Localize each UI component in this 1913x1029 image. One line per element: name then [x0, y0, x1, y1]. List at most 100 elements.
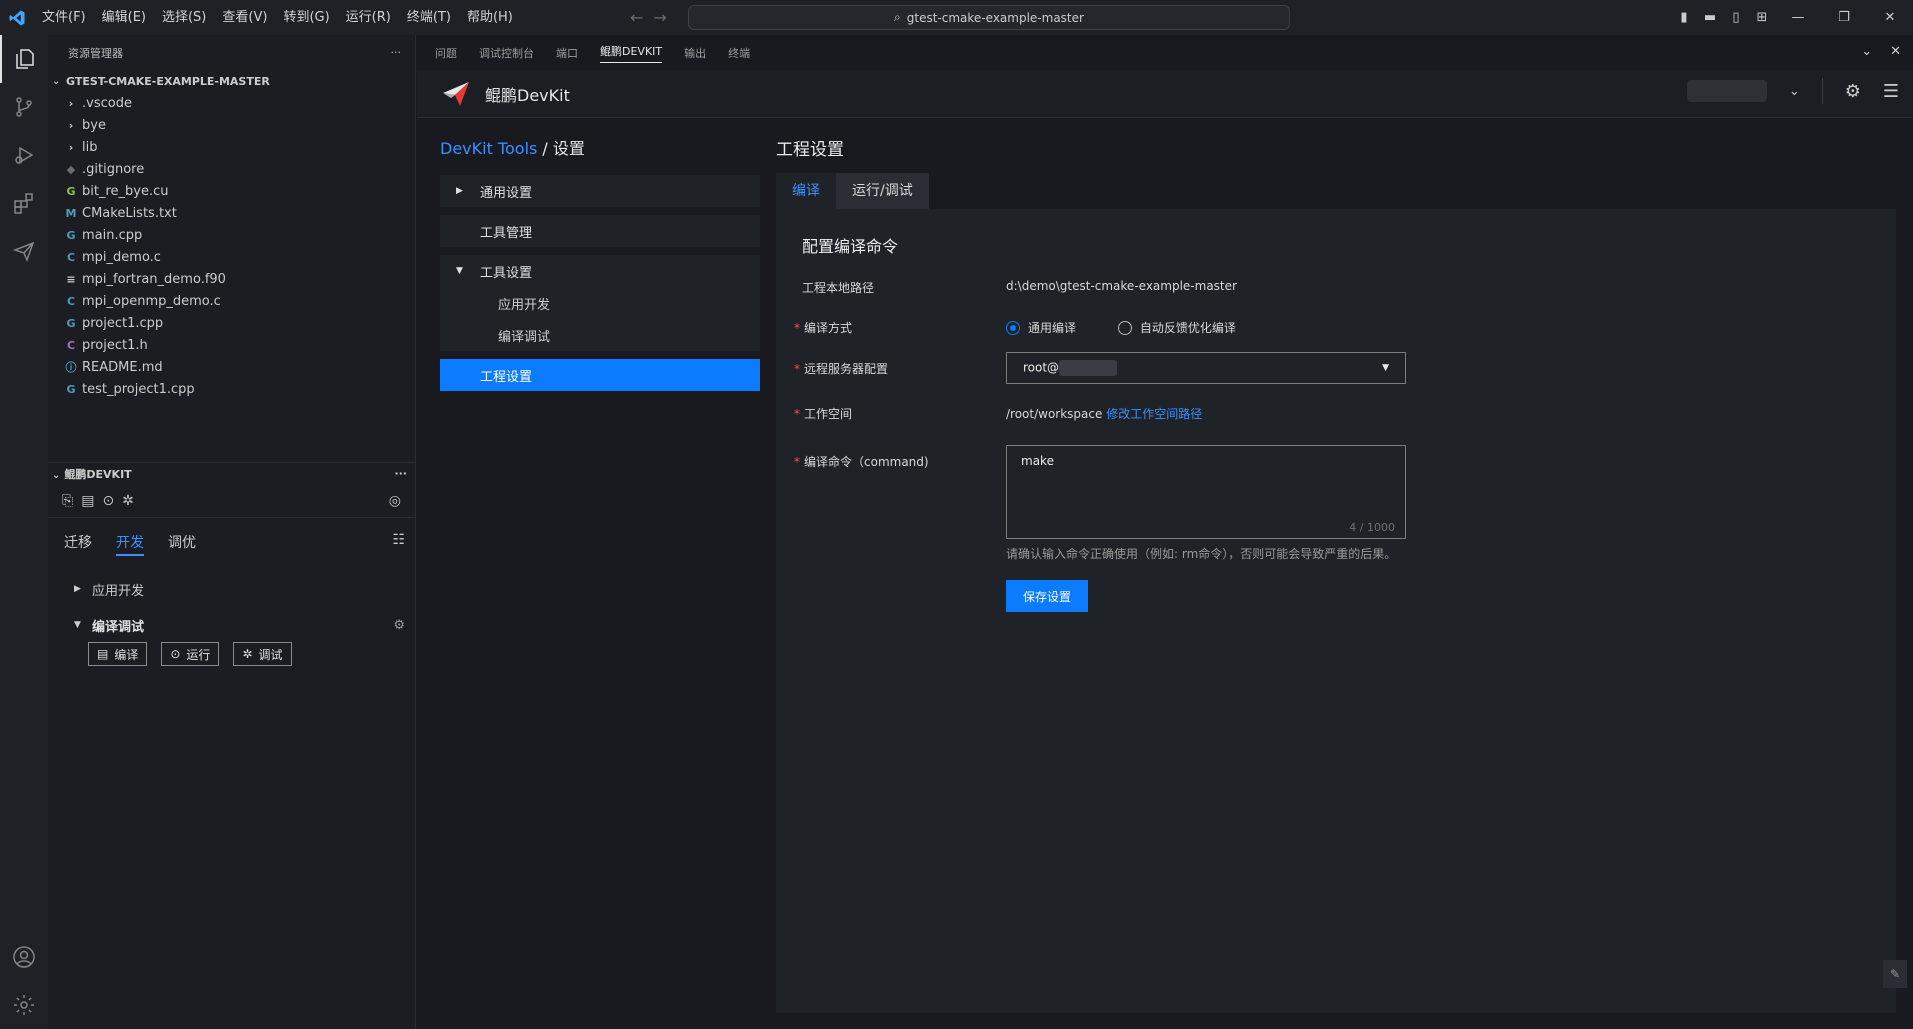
file-tree-item[interactable]: › lib: [48, 136, 415, 158]
menu-run[interactable]: 运行(R): [338, 0, 399, 35]
source-control-icon[interactable]: [0, 83, 48, 131]
menu-help[interactable]: 帮助(H): [459, 0, 521, 35]
debug-button[interactable]: ✲ 调试: [233, 642, 292, 666]
new-file-icon[interactable]: ⎘: [62, 493, 73, 509]
panel-tab-ports[interactable]: 端口: [556, 45, 578, 61]
menu-bar: 文件(F) 编辑(E) 选择(S) 查看(V) 转到(G) 运行(R) 终端(T…: [34, 0, 521, 35]
panel-tab-problems[interactable]: 问题: [435, 45, 457, 61]
bug-icon: ✲: [242, 647, 253, 661]
customize-layout-icon[interactable]: ⊞: [1749, 10, 1775, 25]
tab-run-debug[interactable]: 运行/调试: [836, 173, 929, 209]
back-arrow-icon[interactable]: ←: [630, 8, 653, 27]
file-tree-item[interactable]: Cmpi_openmp_demo.c: [48, 290, 415, 312]
breadcrumb-devkit-tools[interactable]: DevKit Tools: [440, 139, 537, 158]
file-tree-item[interactable]: ⓘ README.md: [48, 356, 415, 378]
panel-tab-terminal[interactable]: 终端: [728, 45, 750, 61]
settings-gear-icon[interactable]: ⚙: [393, 618, 405, 633]
nav-app-dev[interactable]: 应用开发: [440, 287, 760, 319]
file-tree-item[interactable]: Cproject1.h: [48, 334, 415, 356]
menu-go[interactable]: 转到(G): [275, 0, 337, 35]
nav-general[interactable]: ▶ 通用设置: [440, 175, 760, 207]
close-window-icon[interactable]: ✕: [1867, 10, 1913, 25]
radio-general-compile[interactable]: 通用编译: [1006, 319, 1076, 336]
workspace-row: * 工作空间 /root/workspace 修改工作空间路径: [794, 405, 1202, 422]
tab-develop[interactable]: 开发: [116, 532, 144, 556]
header-icon: C: [66, 338, 76, 352]
file-tree-item[interactable]: Cmpi_demo.c: [48, 246, 415, 268]
toggle-secondary-sidebar-icon[interactable]: ▯: [1723, 10, 1749, 25]
change-workspace-link[interactable]: 修改工作空间路径: [1106, 407, 1202, 421]
file-tree-item[interactable]: Gmain.cpp: [48, 224, 415, 246]
restore-icon[interactable]: ❐: [1821, 10, 1867, 25]
nav-compile-debug[interactable]: 编译调试: [440, 319, 760, 351]
minimize-icon[interactable]: —: [1775, 10, 1821, 25]
close-panel-icon[interactable]: ✕: [1890, 44, 1901, 59]
file-name: project1.h: [82, 337, 148, 353]
toggle-panel-icon[interactable]: ▬: [1697, 10, 1723, 25]
file-tree-item[interactable]: Gtest_project1.cpp: [48, 378, 415, 400]
account-icon[interactable]: [0, 933, 48, 981]
devkit-tabs: 迁移 开发 调优 ☷: [48, 518, 415, 566]
compile-button[interactable]: ▤ 编译: [88, 642, 148, 666]
menu-file[interactable]: 文件(F): [34, 0, 94, 35]
toggle-sidebar-icon[interactable]: ▮: [1671, 10, 1697, 25]
chevron-right-icon: ›: [68, 140, 74, 154]
file-tree-item[interactable]: Gbit_re_bye.cu: [48, 180, 415, 202]
chevron-down-icon[interactable]: ⌄: [1789, 84, 1800, 99]
explorer-sidebar: 资源管理器 ··· ⌄ GTEST-CMAKE-EXAMPLE-MASTER ›…: [48, 35, 416, 1029]
explorer-icon[interactable]: [0, 35, 48, 83]
panel-tab-debug-console[interactable]: 调试控制台: [479, 45, 534, 61]
devkit-more-icon[interactable]: ···: [394, 467, 407, 480]
panel-tab-output[interactable]: 输出: [684, 45, 706, 61]
save-settings-button[interactable]: 保存设置: [1006, 580, 1088, 612]
kunpeng-devkit-icon[interactable]: [0, 227, 48, 275]
panel-tab-devkit[interactable]: 鲲鹏DEVKIT: [600, 43, 663, 63]
hamburger-menu-icon[interactable]: ☰: [1883, 81, 1899, 102]
file-tree-item[interactable]: M CMakeLists.txt: [48, 202, 415, 224]
more-actions-icon[interactable]: ···: [391, 46, 402, 59]
radio-feedback-compile[interactable]: 自动反馈优化编译: [1117, 319, 1236, 336]
remote-server-select[interactable]: root@ ▼: [1006, 352, 1406, 384]
extensions-icon[interactable]: [0, 179, 48, 227]
file-tree-item[interactable]: Gproject1.cpp: [48, 312, 415, 334]
list-view-icon[interactable]: ☷: [392, 532, 405, 556]
run-debug-icon[interactable]: [0, 131, 48, 179]
command-hint: 请确认输入命令正确使用（例如: rm命令），否则可能会导致严重的后果。: [1006, 547, 1397, 561]
user-circle-icon[interactable]: ◎: [389, 493, 401, 509]
chevron-down-icon: ⌄: [52, 75, 61, 87]
manage-gear-icon[interactable]: [0, 981, 48, 1029]
file-name: project1.cpp: [82, 315, 164, 331]
tab-compile[interactable]: 编译: [776, 173, 836, 209]
edit-icon[interactable]: ✎: [1883, 960, 1907, 988]
file-tree-item[interactable]: › .vscode: [48, 92, 415, 114]
menu-terminal[interactable]: 终端(T): [399, 0, 459, 35]
menu-edit[interactable]: 编辑(E): [94, 0, 154, 35]
run-circle-icon[interactable]: ⊙: [102, 493, 114, 509]
file-tree-item[interactable]: ≡ mpi_fortran_demo.f90: [48, 268, 415, 290]
file-tree-item[interactable]: › bye: [48, 114, 415, 136]
devkit-tree-compile-debug[interactable]: ▼ 编译调试 ⚙: [48, 610, 415, 640]
menu-view[interactable]: 查看(V): [214, 0, 275, 35]
file-tree-item[interactable]: ◆ .gitignore: [48, 158, 415, 180]
compile-icon[interactable]: ▤: [81, 493, 94, 509]
settings-gear-icon[interactable]: ⚙: [1845, 81, 1861, 102]
command-center[interactable]: ⌕ gtest-cmake-example-master: [688, 5, 1290, 30]
nav-project-settings[interactable]: 工程设置: [440, 359, 760, 391]
remote-server-row: * 远程服务器配置 root@ ▼: [794, 352, 1406, 384]
nav-tool-settings[interactable]: ▼ 工具设置: [440, 255, 760, 287]
maximize-panel-icon[interactable]: ⌄: [1861, 44, 1872, 59]
project-folder-header[interactable]: ⌄ GTEST-CMAKE-EXAMPLE-MASTER: [48, 70, 415, 92]
command-textarea[interactable]: make 4 / 1000: [1006, 445, 1406, 539]
tab-migrate[interactable]: 迁移: [64, 532, 92, 556]
devkit-section-header[interactable]: ⌄ 鲲鹏DEVKIT ···: [48, 462, 415, 484]
forward-arrow-icon[interactable]: →: [653, 8, 676, 27]
tab-tune[interactable]: 调优: [168, 532, 196, 556]
nav-tool-mgmt[interactable]: 工具管理: [440, 215, 760, 247]
user-menu[interactable]: [1686, 80, 1767, 102]
divider: [1821, 78, 1823, 104]
devkit-tree-app-dev[interactable]: ▶ 应用开发: [48, 574, 415, 604]
menu-selection[interactable]: 选择(S): [154, 0, 214, 35]
project-tabs: 编译 运行/调试: [776, 173, 1896, 209]
bug-icon[interactable]: ✲: [122, 493, 134, 509]
run-button[interactable]: ⊙ 运行: [161, 642, 220, 666]
